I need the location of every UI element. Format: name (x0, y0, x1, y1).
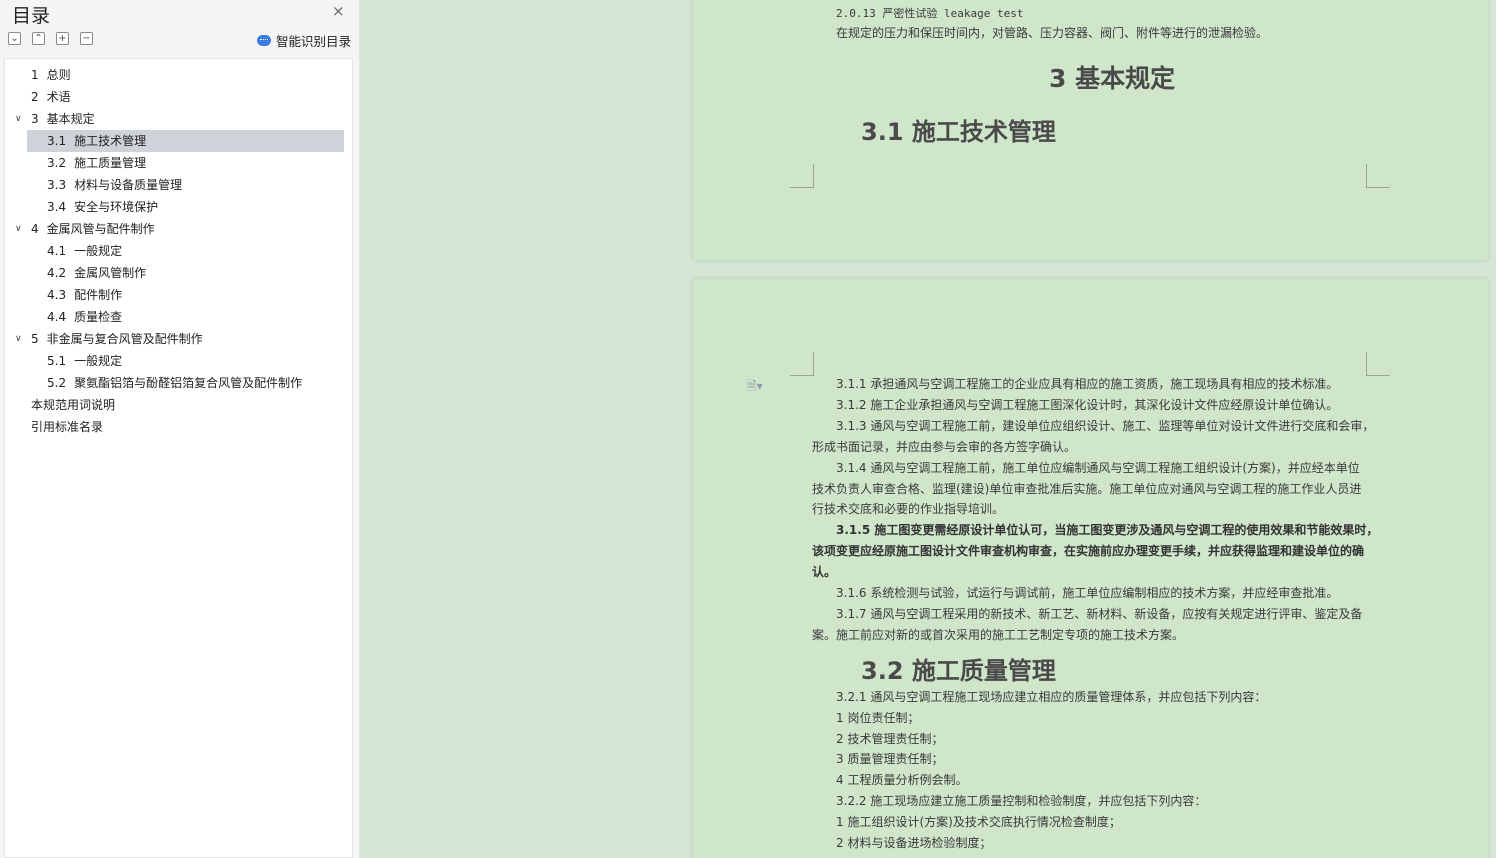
toc-item-number: 2 (31, 90, 39, 104)
paragraph-line: 1 施工组织设计(方案)及技术交底执行情况检查制度； (836, 814, 1121, 829)
remove-heading-icon[interactable]: − (80, 32, 93, 45)
paragraph-line: 3.1.2 施工企业承担通风与空调工程施工图深化设计时，其深化设计文件应经原设计… (836, 397, 1339, 412)
paragraph-line: 2 技术管理责任制； (836, 731, 944, 746)
section-heading: 3.2 施工质量管理 (861, 657, 1056, 685)
term-line: 2.0.13 严密性试验 leakage test (836, 7, 1024, 20)
toc-item-number: 3 (31, 112, 39, 126)
toc-item-5[interactable]: ∨ 5 非金属与复合风管及配件制作 (5, 328, 352, 350)
toc-item-label: 配件制作 (74, 288, 123, 302)
toc-item-3-2[interactable]: 3.2 施工质量管理 (5, 152, 352, 174)
paragraph-line: 形成书面记录，并应由参与会审的各方签字确认。 (812, 439, 1077, 454)
crop-mark (1366, 352, 1390, 376)
toc-item-number: 4.2 (47, 266, 67, 280)
paragraph-line: 认。 (812, 565, 837, 580)
toc-item-1[interactable]: 1 总则 (5, 64, 352, 86)
paragraph-line: 3.2.1 通风与空调工程施工现场应建立相应的质量管理体系，并应包括下列内容： (836, 690, 1267, 704)
toc-item-label: 安全与环境保护 (74, 200, 159, 214)
chapter-heading: 3 基本规定 (1049, 64, 1176, 93)
toc-item-label: 聚氨酯铝箔与酚醛铝箔复合风管及配件制作 (74, 376, 303, 390)
toc-item-3-4[interactable]: 3.4 安全与环境保护 (5, 196, 352, 218)
paragraph-line: 3.1.6 系统检测与试验，试运行与调试前，施工单位应编制相应的技术方案，并应经… (836, 586, 1339, 600)
paragraph-line: 技术负责人审查合格、监理(建设)单位审查批准后实施。施工单位应对通风与空调工程的… (812, 481, 1362, 496)
toc-item-label: 本规范用词说明 (31, 398, 116, 412)
toc-item-3-3[interactable]: 3.3 材料与设备质量管理 (5, 174, 352, 196)
toc-item-4-1[interactable]: 4.1 一般规定 (5, 240, 352, 262)
toc-item-number: 3.4 (47, 200, 67, 214)
toc-item[interactable]: 本规范用词说明 (5, 394, 352, 416)
smart-toc-label: 智能识别目录 (276, 34, 352, 49)
toc-item-2[interactable]: 2 术语 (5, 86, 352, 108)
toc-item-number: 3.2 (47, 156, 67, 170)
toc-item-4-3[interactable]: 4.3 配件制作 (5, 284, 352, 306)
toc-item-label: 非金属与复合风管及配件制作 (46, 332, 203, 346)
close-icon[interactable]: × (332, 2, 345, 20)
toc-item-number: 5.2 (47, 376, 67, 390)
paragraph-line: 案。施工前应对新的或首次采用的施工工艺制定专项的施工技术方案。 (812, 627, 1185, 642)
paragraph-line: 4 工程质量分析例会制。 (836, 773, 968, 788)
toc-item-5-2[interactable]: 5.2 聚氨酯铝箔与酚醛铝箔复合风管及配件制作 (5, 372, 352, 394)
toc-item[interactable]: 引用标准名录 (5, 416, 352, 438)
collapse-all-icon[interactable]: ⌄ (8, 32, 21, 45)
toc-item-number: 4.3 (47, 288, 67, 302)
toc-item-number: 5.1 (47, 354, 67, 368)
toc-item-label: 材料与设备质量管理 (74, 178, 183, 192)
toc-item-label: 质量检查 (74, 310, 123, 324)
toc-item-number: 4.4 (47, 310, 67, 324)
toc-item-label: 引用标准名录 (31, 420, 104, 434)
toc-item-label: 金属风管与配件制作 (46, 222, 155, 236)
chevron-down-icon[interactable]: ∨ (15, 328, 22, 350)
paragraph-line: 3.1.1 承担通风与空调工程施工的企业应具有相应的施工资质，施工现场具有相应的… (836, 377, 1339, 391)
toc-item-label: 术语 (46, 90, 71, 104)
add-heading-icon[interactable]: + (56, 32, 69, 45)
toc-item-label: 一般规定 (74, 244, 123, 258)
crop-mark (790, 164, 814, 188)
toc-sidebar: 目录 × ⌄ ⌃ + − 智能识别目录 1 总则 2 术语 ∨ 3 基本规定 3.1 施工技术管… (0, 0, 360, 858)
paragraph-line: 3.1.4 通风与空调工程施工前，施工单位应编制通风与空调工程施工组织设计(方案… (836, 460, 1360, 475)
document-page: 2.0.13 严密性试验 leakage test 在规定的压力和保压时间内，对… (693, 0, 1488, 260)
toc-item-number: 3.3 (47, 178, 67, 192)
expand-up-icon[interactable]: ⌃ (32, 32, 45, 45)
chevron-down-icon[interactable]: ∨ (15, 108, 22, 130)
term-definition: 在规定的压力和保压时间内，对管路、压力容器、阀门、附件等进行的泄漏检验。 (836, 26, 1269, 40)
paragraph-line: 3 质量管理责任制； (836, 752, 944, 767)
section-heading: 3.1 施工技术管理 (861, 118, 1056, 146)
paragraph-line: 3.1.7 通风与空调工程采用的新技术、新工艺、新材料、新设备，应按有关规定进行… (836, 606, 1363, 621)
toc-item-label: 总则 (46, 68, 71, 82)
toc-item-label: 施工质量管理 (74, 156, 147, 170)
paragraph-line: 行技术交底和必要的作业指导培训。 (812, 502, 1005, 517)
toc-item-label: 一般规定 (74, 354, 123, 368)
paragraph-line: 1 岗位责任制； (836, 710, 920, 725)
paragraph-line: 3.1.5 施工图变更需经原设计单位认可，当施工图变更涉及通风与空调工程的使用效… (836, 523, 1379, 538)
crop-mark (790, 352, 814, 376)
paragraph-line: 该项变更应经原施工图设计文件审查机构审查，在实施前应办理变更手续，并应获得监理和… (812, 544, 1365, 559)
toc-item-3-1[interactable]: 3.1 施工技术管理 (27, 130, 344, 152)
paragraph-line: 3.1.3 通风与空调工程施工前，建设单位应组织设计、施工、监理等单位对设计文件… (836, 418, 1375, 433)
paragraph-line: 3.2.2 施工现场应建立施工质量控制和检验制度，并应包括下列内容： (836, 794, 1207, 808)
paragraph-menu-icon[interactable]: 🗎▾ (747, 377, 763, 398)
toc-item-4-4[interactable]: 4.4 质量检查 (5, 306, 352, 328)
toc-item-4-2[interactable]: 4.2 金属风管制作 (5, 262, 352, 284)
crop-mark (1366, 164, 1390, 188)
toc-item-number: 5 (31, 332, 39, 346)
toc-item-4[interactable]: ∨ 4 金属风管与配件制作 (5, 218, 352, 240)
toc-item-label: 金属风管制作 (74, 266, 147, 280)
toc-item-number: 1 (31, 68, 39, 82)
toc-title: 目录 (12, 5, 51, 27)
smart-toc-button[interactable]: 智能识别目录 (257, 31, 351, 50)
toc-item-number: 4 (31, 222, 39, 236)
ai-cloud-icon (257, 35, 271, 46)
toc-item-5-1[interactable]: 5.1 一般规定 (5, 350, 352, 372)
document-viewport[interactable]: 2.0.13 严密性试验 leakage test 在规定的压力和保压时间内，对… (361, 0, 1496, 858)
toc-item-number: 3.1 (47, 134, 67, 148)
chevron-down-icon[interactable]: ∨ (15, 218, 22, 240)
paragraph-line: 2 材料与设备进场检验制度； (836, 835, 992, 850)
toc-item-label: 基本规定 (46, 112, 95, 126)
toc-item-label: 施工技术管理 (74, 134, 147, 148)
toc-item-3[interactable]: ∨ 3 基本规定 (5, 108, 352, 130)
toc-item-number: 4.1 (47, 244, 67, 258)
toc-tree: 1 总则 2 术语 ∨ 3 基本规定 3.1 施工技术管理 3.2 施工质量管理 3.3 材料与设备质量… (4, 58, 353, 858)
document-page: 🗎▾ 3.1.1 承担通风与空调工程施工的企业应具有相应的施工资质，施工现场具有… (693, 279, 1488, 858)
